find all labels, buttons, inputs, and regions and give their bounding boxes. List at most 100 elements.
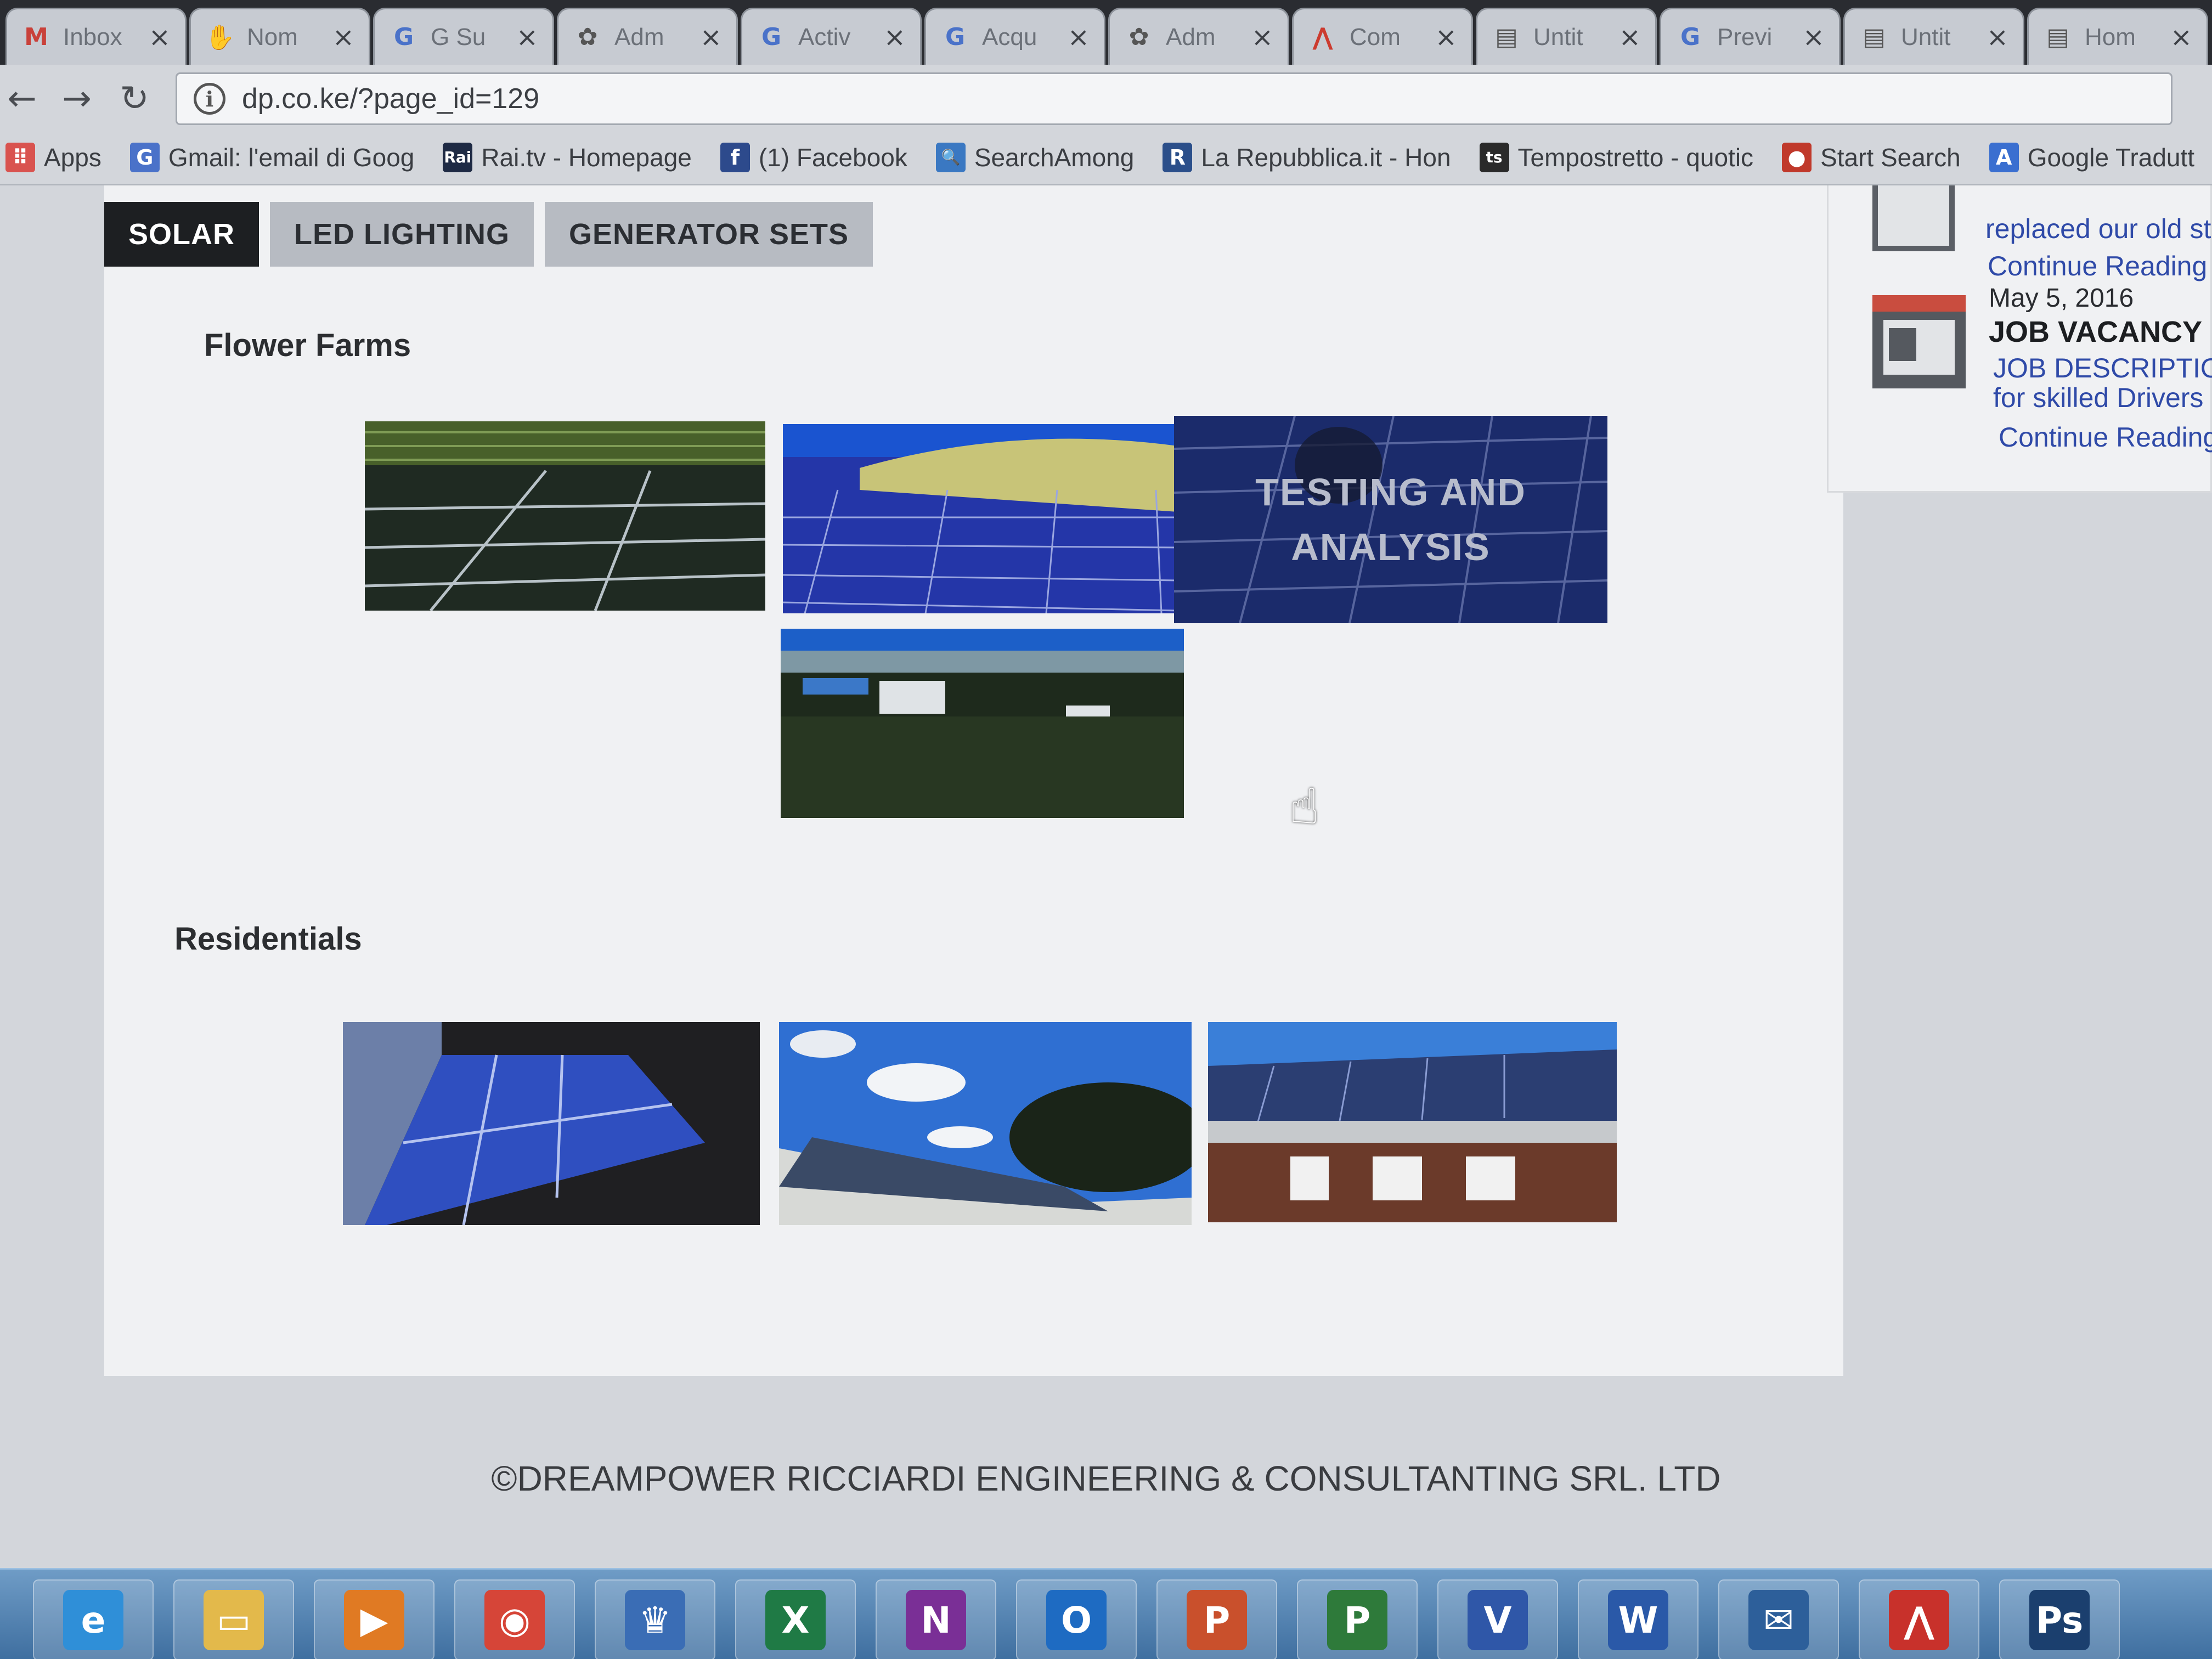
bookmark-item[interactable]: 🔍 SearchAmong — [935, 142, 1134, 172]
bookmark-label: Google Tradutt — [2027, 143, 2195, 172]
house-roof-sky-image — [779, 1022, 1192, 1225]
page-icon: ▤ — [2046, 23, 2069, 51]
browser-tab[interactable]: G Previ × — [1660, 8, 1841, 65]
taskbar-button[interactable]: Ps — [1999, 1579, 2120, 1659]
post-description-line-2: for skilled Drivers — [1993, 382, 2204, 413]
greenhouse-panels-image — [365, 421, 765, 611]
section-title-flower-farms: Flower Farms — [204, 328, 411, 363]
bookmark-item[interactable]: R La Repubblica.it - Hon — [1163, 142, 1451, 172]
category-tab[interactable]: LED LIGHTING — [270, 202, 534, 267]
browser-tab[interactable]: G G Su × — [373, 8, 554, 65]
post-title[interactable]: JOB VACANCY — [1989, 315, 2202, 349]
page-icon: ▤ — [1495, 23, 1518, 51]
bookmark-item[interactable]: ⠿ Apps — [5, 142, 101, 172]
browser-tab[interactable]: ▤ Untit × — [1843, 8, 2024, 65]
taskbar-button[interactable]: ⋀ — [1859, 1579, 1979, 1659]
tab-strip: M Inbox × ✋ Nom × G G Su × ✿ Adm × G Activ × G Acqu × ✿ Adm… — [0, 0, 2212, 65]
back-arrow-icon[interactable]: ← — [0, 77, 44, 121]
tab-title: Adm — [614, 23, 664, 50]
residential-photo-2[interactable] — [779, 1022, 1192, 1225]
browser-tab[interactable]: ✿ Adm × — [557, 8, 738, 65]
post-snippet: replaced our old sta — [1985, 213, 2212, 244]
hand-icon: ✋ — [205, 23, 235, 52]
flower-farm-photo-1[interactable] — [365, 421, 765, 611]
tab-title: Previ — [1717, 23, 1773, 50]
google-icon: G — [393, 23, 414, 51]
close-icon[interactable]: × — [332, 22, 354, 53]
browser-tab[interactable]: G Acqu × — [924, 8, 1105, 65]
taskbar-button[interactable]: e — [33, 1579, 154, 1659]
close-icon[interactable]: × — [1619, 22, 1641, 53]
magnifier-icon: 🔍 — [935, 142, 966, 172]
info-icon[interactable]: i — [194, 83, 225, 115]
address-bar[interactable]: i dp.co.ke/?page_id=129 — [176, 72, 2172, 125]
close-icon[interactable]: × — [1435, 22, 1457, 53]
browser-tab[interactable]: ⋀ Com × — [1292, 8, 1473, 65]
close-icon[interactable]: × — [700, 22, 722, 53]
bookmark-label: Start Search — [1820, 143, 1961, 172]
app-store-icon: ♛ — [625, 1590, 685, 1650]
overlay-title-line-2: ANALYSIS — [1291, 526, 1491, 568]
recent-posts-widget: replaced our old sta Continue Reading - … — [1827, 185, 2212, 493]
project-icon: P — [1327, 1590, 1387, 1650]
flower-farm-photo-2[interactable] — [783, 424, 1178, 613]
continue-reading-link-2[interactable]: Continue Reading — [1999, 421, 2212, 453]
category-tabs: SOLAR LED LIGHTING GENERATOR SETS — [104, 202, 884, 267]
browser-tab[interactable]: ▤ Untit × — [1476, 8, 1657, 65]
close-icon[interactable]: × — [2170, 22, 2192, 53]
residential-photo-1[interactable] — [343, 1022, 760, 1225]
url-text[interactable]: dp.co.ke/?page_id=129 — [242, 82, 539, 115]
close-icon[interactable]: × — [1803, 22, 1825, 53]
close-icon[interactable]: × — [1068, 22, 1090, 53]
bookmark-item[interactable]: Rai Rai.tv - Homepage — [443, 142, 692, 172]
close-icon[interactable]: × — [1987, 22, 2008, 53]
taskbar-button[interactable]: P — [1297, 1579, 1418, 1659]
browser-tab[interactable]: ✿ Adm × — [1108, 8, 1289, 65]
flower-farm-photo-3[interactable] — [781, 629, 1184, 818]
taskbar-button[interactable]: ▭ — [173, 1579, 294, 1659]
continue-reading-link-1[interactable]: Continue Reading - — [1988, 250, 2212, 282]
forward-arrow-icon[interactable]: → — [55, 77, 99, 121]
browser-tab[interactable]: ▤ Hom × — [2027, 8, 2208, 65]
browser-tab[interactable]: G Activ × — [741, 8, 922, 65]
taskbar-button[interactable]: ✉ — [1718, 1579, 1839, 1659]
taskbar-button[interactable]: ♛ — [595, 1579, 715, 1659]
taskbar-button[interactable]: O — [1016, 1579, 1137, 1659]
category-tab[interactable]: GENERATOR SETS — [544, 202, 873, 267]
taskbar-button[interactable]: X — [735, 1579, 856, 1659]
close-icon[interactable]: × — [516, 22, 538, 53]
bookmark-label: La Repubblica.it - Hon — [1201, 143, 1451, 172]
close-icon[interactable]: × — [884, 22, 906, 53]
google-icon: G — [1680, 23, 1701, 51]
bookmark-item[interactable]: f (1) Facebook — [720, 142, 907, 172]
rooftop-panel-closeup-image — [343, 1022, 760, 1225]
acrobat-icon: ⋀ — [1312, 23, 1333, 51]
visio-icon: V — [1468, 1590, 1528, 1650]
taskbar-button[interactable]: W — [1578, 1579, 1699, 1659]
overlay-title-line-1: TESTING AND — [1255, 471, 1526, 514]
taskbar-button[interactable]: ◉ — [454, 1579, 575, 1659]
news-post-icon — [1872, 185, 1955, 251]
reload-icon[interactable]: ↻ — [112, 77, 156, 121]
browser-tab[interactable]: ✋ Nom × — [189, 8, 370, 65]
google-icon: G — [761, 23, 782, 51]
taskbar-button[interactable]: V — [1437, 1579, 1558, 1659]
post-description-line-1: JOB DESCRIPTIO — [1993, 353, 2212, 383]
photoshop-icon: Ps — [2029, 1590, 2090, 1650]
taskbar-button[interactable]: N — [876, 1579, 996, 1659]
bookmark-item[interactable]: ● Start Search — [1782, 142, 1961, 172]
taskbar-button[interactable]: ▶ — [314, 1579, 435, 1659]
taskbar-button[interactable]: P — [1156, 1579, 1277, 1659]
bookmark-item[interactable]: ts Tempostretto - quotic — [1479, 142, 1753, 172]
settings-icon: ✿ — [1128, 23, 1149, 51]
close-icon[interactable]: × — [149, 22, 171, 53]
close-icon[interactable]: × — [1251, 22, 1273, 53]
residential-photo-3[interactable] — [1208, 1022, 1617, 1222]
bookmark-item[interactable]: A Google Tradutt — [1989, 142, 2195, 172]
browser-tab[interactable]: M Inbox × — [5, 8, 187, 65]
tab-title: Untit — [1533, 23, 1583, 50]
apps-grid-icon: ⠿ — [5, 142, 35, 172]
testing-analysis-photo[interactable]: TESTING AND ANALYSIS — [1174, 416, 1607, 623]
bookmark-item[interactable]: G Gmail: l'email di Goog — [129, 142, 414, 172]
category-tab[interactable]: SOLAR — [104, 202, 259, 267]
